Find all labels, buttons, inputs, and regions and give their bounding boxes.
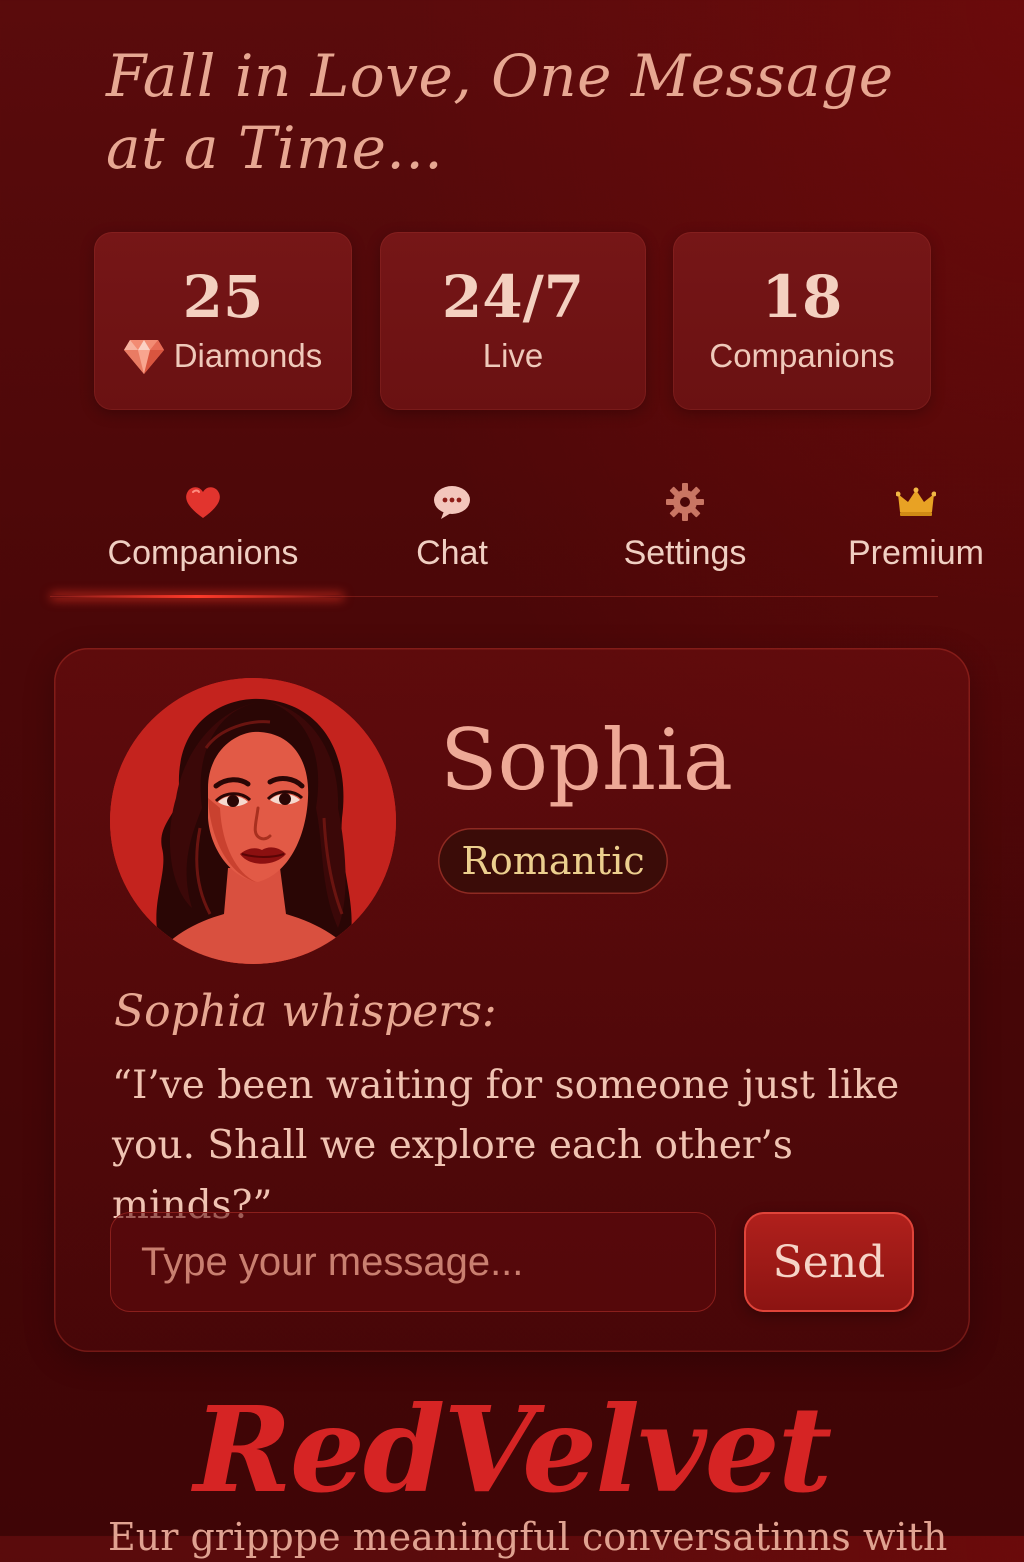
message-input[interactable] — [110, 1212, 716, 1312]
tab-label: Chat — [416, 534, 488, 572]
tab-label: Premium — [847, 534, 985, 572]
stat-value: 25 — [182, 263, 264, 331]
companion-name: Sophia — [440, 711, 733, 809]
send-button[interactable]: Send — [744, 1212, 914, 1312]
avatar-portrait — [110, 678, 396, 964]
headline: Fall in Love, One Message at a Time... — [106, 42, 894, 182]
stat-value: 18 — [761, 263, 843, 331]
stat-card-live: 24/7 Live — [380, 232, 646, 410]
crown-icon — [896, 487, 936, 516]
tab-settings[interactable]: Settings — [610, 476, 760, 596]
stat-label: Diamonds — [173, 337, 323, 374]
heart-icon — [186, 487, 220, 518]
tagline: Eur gripppe meaningful conversatinns wit… — [108, 1515, 948, 1559]
avatar[interactable] — [110, 678, 396, 964]
whisper-message: “I’ve been waiting for someone just like… — [112, 1063, 900, 1228]
stat-label-row: Diamonds — [94, 336, 352, 376]
tab-bar: Companions Chat Settings Premium — [50, 476, 984, 598]
diamond-icon — [123, 340, 164, 374]
active-tab-indicator — [52, 595, 342, 598]
gear-icon — [666, 483, 704, 521]
stat-value: 24/7 — [441, 263, 585, 331]
tab-label: Companions — [107, 534, 299, 572]
tab-companions[interactable]: Companions — [90, 476, 316, 596]
stat-card-diamonds: 25 Diamonds — [94, 232, 352, 410]
companion-card: Sophia Romantic Sophia whispers: “I’ve b… — [54, 648, 970, 1352]
stat-label: Live — [482, 337, 544, 374]
stat-label: Companions — [709, 337, 895, 374]
tab-label: Settings — [623, 534, 747, 572]
mood-badge: Romantic — [438, 828, 668, 894]
stat-card-companions: 18 Companions — [673, 232, 931, 410]
tab-chat[interactable]: Chat — [390, 476, 514, 596]
chat-bubble-icon — [434, 486, 470, 519]
tab-premium[interactable]: Premium — [836, 476, 996, 596]
whisper-title: Sophia whispers: — [114, 986, 497, 1037]
brand-logo: RedVelvet — [193, 1380, 832, 1519]
